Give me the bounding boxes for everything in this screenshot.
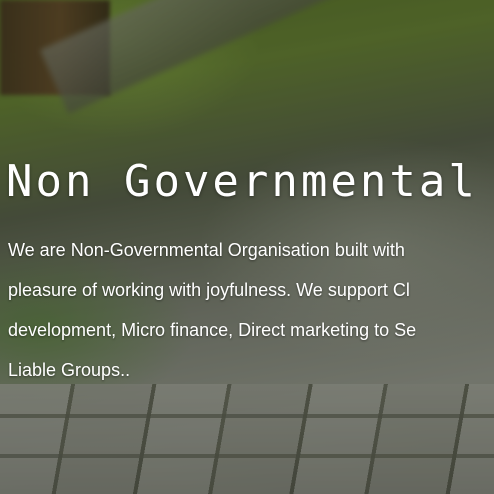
- hero-description-line: We are Non-Governmental Organisation bui…: [8, 240, 405, 260]
- hero-section: Non Governmental O We are Non-Government…: [0, 0, 494, 494]
- hero-description-line: development, Micro finance, Direct marke…: [8, 320, 417, 340]
- hero-description-line: Liable Groups..: [8, 360, 131, 380]
- hero-title: Non Governmental O: [6, 156, 494, 207]
- hero-description: We are Non-Governmental Organisation bui…: [8, 230, 494, 390]
- hero-description-line: pleasure of working with joyfulness. We …: [8, 280, 410, 300]
